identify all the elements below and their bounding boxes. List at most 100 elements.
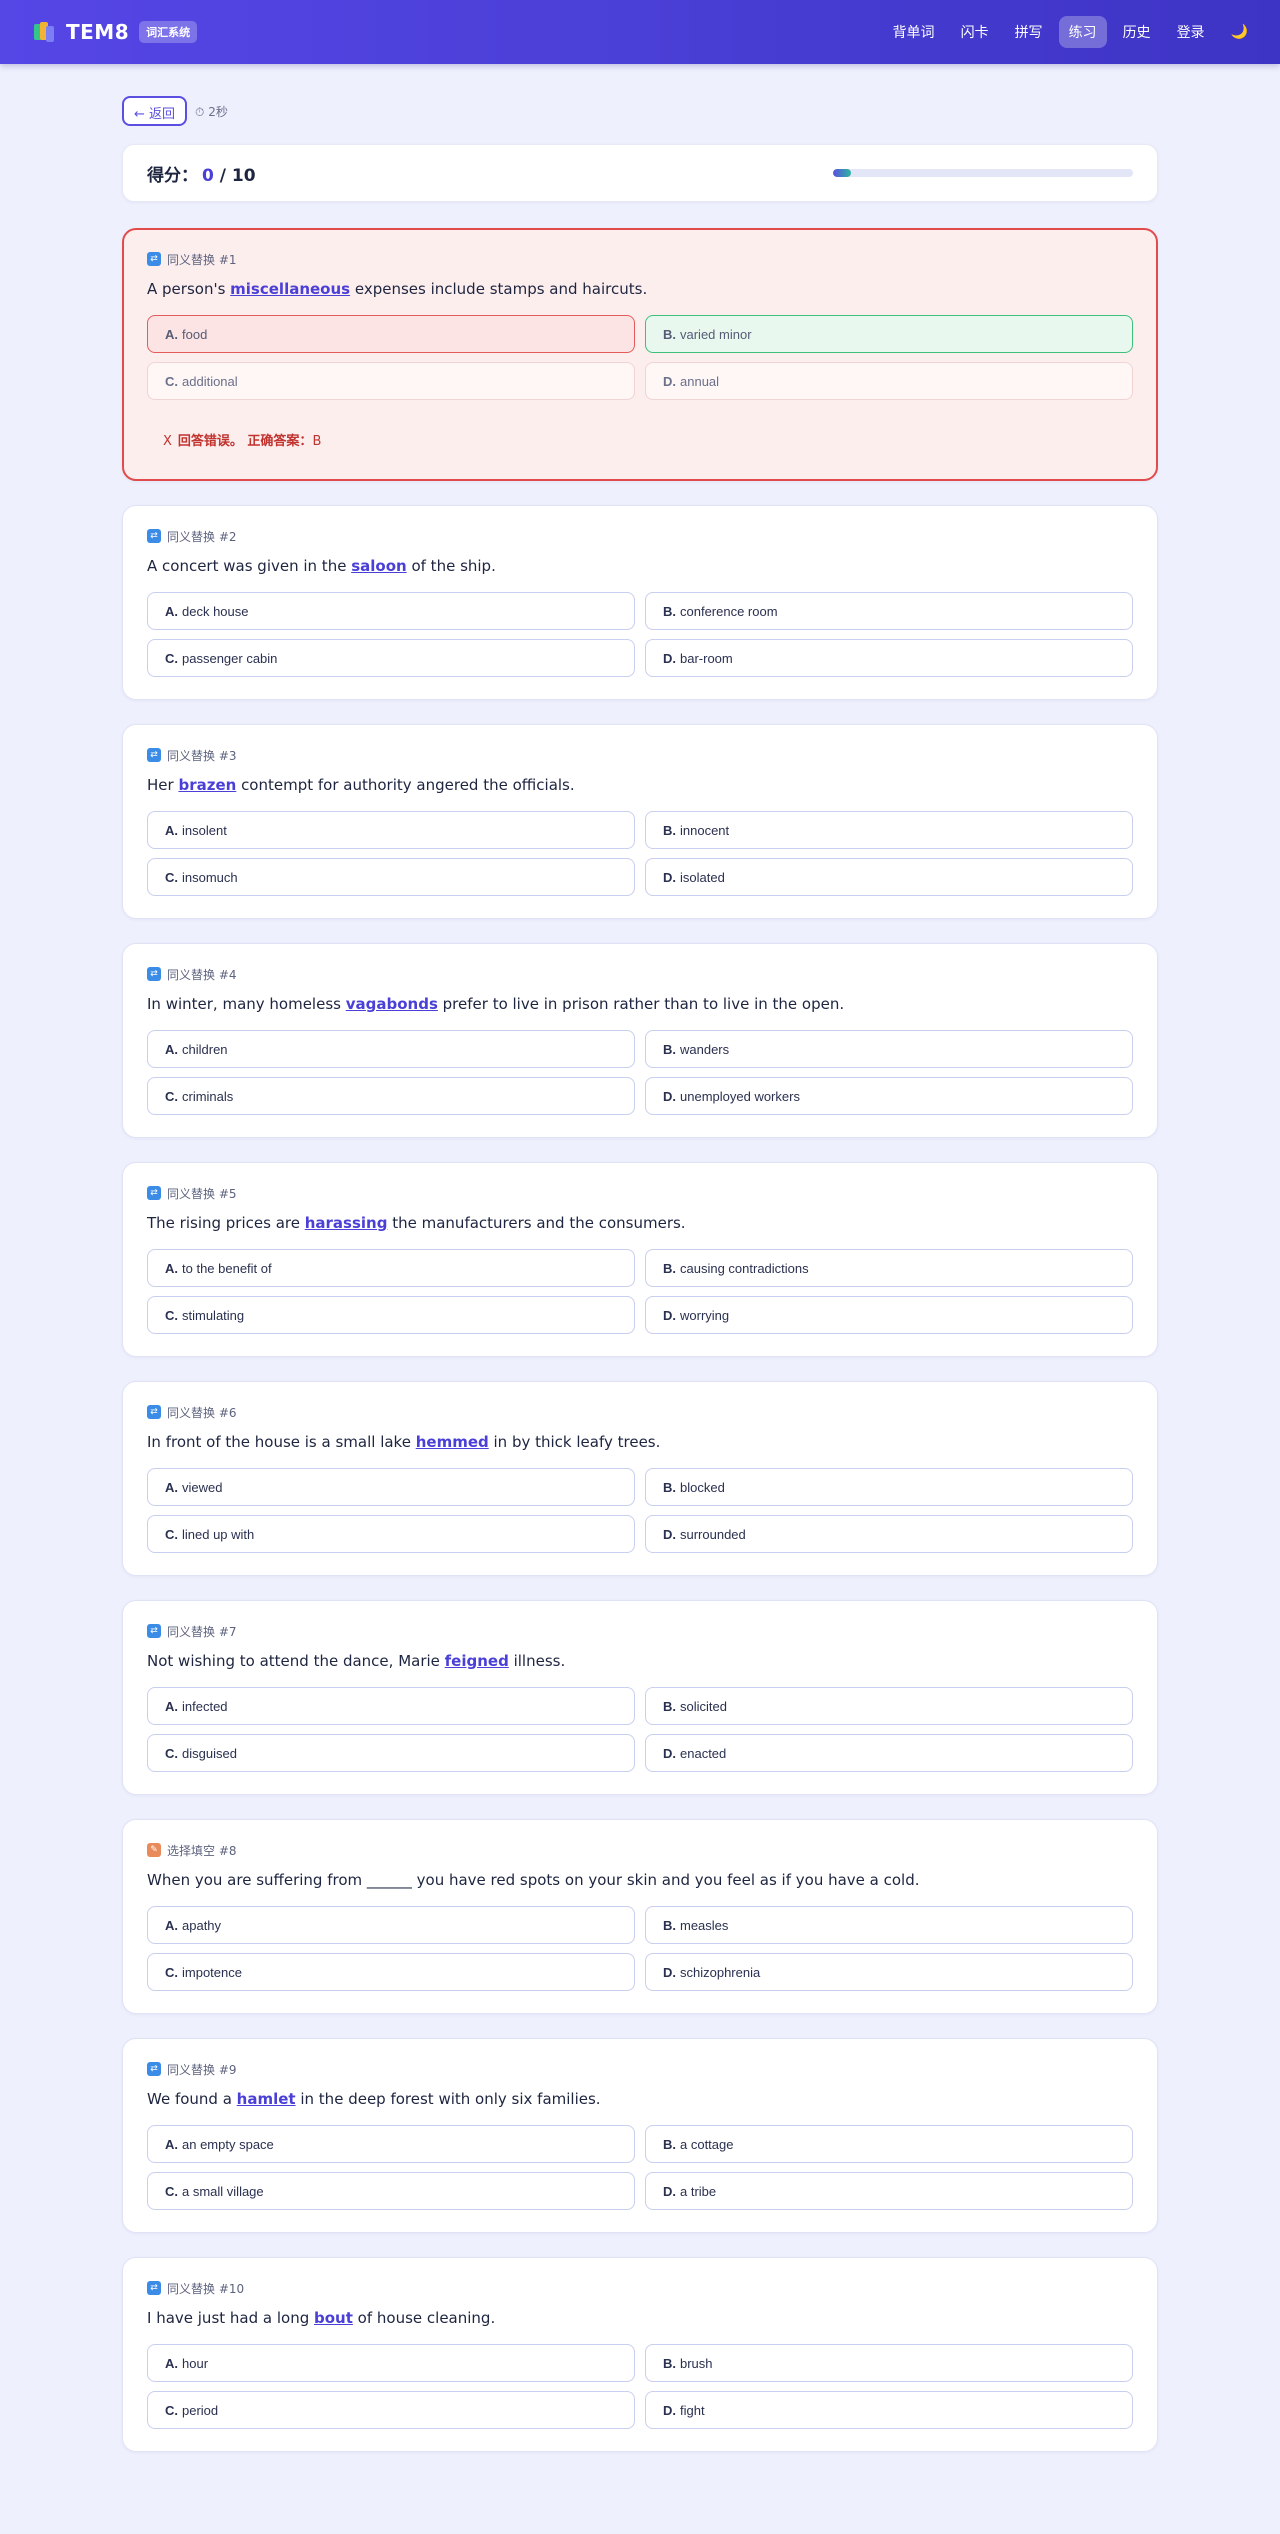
option-b[interactable]: B. solicited (645, 1687, 1133, 1725)
quiz-timer: ⏱ 2秒 (195, 104, 228, 119)
question-keyword[interactable]: brazen (178, 776, 236, 794)
option-c[interactable]: C. additional (147, 362, 635, 400)
question-text: I have just had a long bout of house cle… (147, 2308, 1133, 2328)
option-letter: C. (165, 2402, 178, 2418)
option-letter: C. (165, 1745, 178, 1761)
nav-link-history[interactable]: 历史 (1113, 16, 1161, 48)
option-d[interactable]: D. bar-room (645, 639, 1133, 677)
option-d[interactable]: D. isolated (645, 858, 1133, 896)
nav-link-memorize[interactable]: 背单词 (883, 16, 945, 48)
books-icon (34, 22, 56, 42)
option-a[interactable]: A. to the benefit of (147, 1249, 635, 1287)
option-a[interactable]: A. hour (147, 2344, 635, 2382)
option-c[interactable]: C. criminals (147, 1077, 635, 1115)
question-text-before: I have just had a long (147, 2309, 314, 2327)
question-text-before: A concert was given in the (147, 557, 352, 575)
options-grid: A. children B. wanders C. criminals D. unemploy… (147, 1030, 1133, 1115)
option-b[interactable]: B. wanders (645, 1030, 1133, 1068)
main-container: ← 返回 ⏱ 2秒 得分： 0 / 10 ⇄ 同义替换 #1 A person's m… (122, 64, 1158, 2452)
option-text: hour (182, 2355, 209, 2371)
option-b[interactable]: B. a cottage (645, 2125, 1133, 2163)
option-d[interactable]: D. enacted (645, 1734, 1133, 1772)
option-letter: A. (165, 1041, 178, 1057)
option-c[interactable]: C. disguised (147, 1734, 635, 1772)
option-b[interactable]: B. conference room (645, 592, 1133, 630)
question-keyword[interactable]: vagabonds (346, 995, 438, 1013)
question-card: ⇄ 同义替换 #7 Not wishing to attend the dance,… (122, 1600, 1158, 1795)
option-d[interactable]: D. annual (645, 362, 1133, 400)
option-text: insolent (182, 822, 227, 838)
option-b[interactable]: B. measles (645, 1906, 1133, 1944)
option-a[interactable]: A. deck house (147, 592, 635, 630)
options-grid: A. deck house B. conference room C. passenger… (147, 592, 1133, 677)
option-b[interactable]: B. innocent (645, 811, 1133, 849)
question-text-after: of house cleaning. (352, 2309, 496, 2327)
nav-link-flashcards[interactable]: 闪卡 (951, 16, 999, 48)
option-d[interactable]: D. schizophrenia (645, 1953, 1133, 1991)
question-text: We found a hamlet in the deep forest wit… (147, 2089, 1133, 2109)
question-type-label: 同义替换 #7 (167, 1624, 237, 1639)
question-text-before: We found a (147, 2090, 237, 2108)
nav-link-login[interactable]: 登录 (1167, 16, 1215, 48)
progress-bar (833, 169, 1133, 177)
back-button[interactable]: ← 返回 (122, 96, 188, 126)
option-c[interactable]: C. a small village (147, 2172, 635, 2210)
option-c[interactable]: C. stimulating (147, 1296, 635, 1334)
question-type: ⇄ 同义替换 #4 (147, 966, 1133, 982)
option-a[interactable]: A. infected (147, 1687, 635, 1725)
question-card: ⇄ 同义替换 #10 I have just had a long bout of … (122, 2257, 1158, 2452)
option-a[interactable]: A. food (147, 315, 635, 353)
option-c[interactable]: C. insomuch (147, 858, 635, 896)
option-text: children (182, 1041, 228, 1057)
option-d[interactable]: D. a tribe (645, 2172, 1133, 2210)
option-b[interactable]: B. causing contradictions (645, 1249, 1133, 1287)
question-type-label: 选择填空 #8 (167, 1843, 237, 1858)
option-c[interactable]: C. impotence (147, 1953, 635, 1991)
option-letter: A. (165, 1917, 178, 1933)
question-keyword[interactable]: harassing (305, 1214, 388, 1232)
question-keyword[interactable]: feigned (445, 1652, 509, 1670)
option-b[interactable]: B. brush (645, 2344, 1133, 2382)
options-grid: A. food B. varied minor C. additional D. annual (147, 315, 1133, 400)
option-text: surrounded (680, 1526, 746, 1542)
option-d[interactable]: D. fight (645, 2391, 1133, 2429)
option-text: apathy (182, 1917, 222, 1933)
option-c[interactable]: C. period (147, 2391, 635, 2429)
option-a[interactable]: A. children (147, 1030, 635, 1068)
option-d[interactable]: D. surrounded (645, 1515, 1133, 1553)
option-d[interactable]: D. unemployed workers (645, 1077, 1133, 1115)
options-grid: A. to the benefit of B. causing contradicti… (147, 1249, 1133, 1334)
moon-icon[interactable]: 🌙 (1231, 24, 1248, 40)
option-a[interactable]: A. apathy (147, 1906, 635, 1944)
question-type: ✎ 选择填空 #8 (147, 1842, 1133, 1858)
option-b[interactable]: B. varied minor (645, 315, 1133, 353)
option-letter: C. (165, 373, 178, 389)
option-c[interactable]: C. passenger cabin (147, 639, 635, 677)
question-type-label: 同义替换 #2 (167, 529, 237, 544)
option-d[interactable]: D. worrying (645, 1296, 1133, 1334)
nav-link-spelling[interactable]: 拼写 (1005, 16, 1053, 48)
option-c[interactable]: C. lined up with (147, 1515, 635, 1553)
score-display: 得分： 0 / 10 (147, 161, 256, 186)
nav-link-practice[interactable]: 练习 (1058, 16, 1107, 48)
question-keyword[interactable]: saloon (351, 557, 406, 575)
brand-logo[interactable]: TEM8 词汇系统 (34, 20, 198, 44)
question-keyword[interactable]: bout (314, 2309, 353, 2327)
question-keyword[interactable]: hamlet (237, 2090, 296, 2108)
option-text: stimulating (182, 1307, 245, 1323)
option-a[interactable]: A. viewed (147, 1468, 635, 1506)
option-b[interactable]: B. blocked (645, 1468, 1133, 1506)
option-text: enacted (680, 1745, 727, 1761)
question-keyword[interactable]: miscellaneous (230, 280, 350, 298)
option-a[interactable]: A. an empty space (147, 2125, 635, 2163)
question-type-label: 同义替换 #3 (167, 748, 237, 763)
option-letter: D. (663, 1745, 676, 1761)
question-text-after: prefer to live in prison rather than to … (437, 995, 845, 1013)
option-text: brush (680, 2355, 713, 2371)
question-text: Not wishing to attend the dance, Marie f… (147, 1651, 1133, 1671)
option-letter: A. (165, 2136, 178, 2152)
option-a[interactable]: A. insolent (147, 811, 635, 849)
question-type-label: 同义替换 #4 (167, 967, 237, 982)
question-text-before: When you are suffering from ______ you h… (147, 1871, 920, 1889)
question-keyword[interactable]: hemmed (416, 1433, 489, 1451)
